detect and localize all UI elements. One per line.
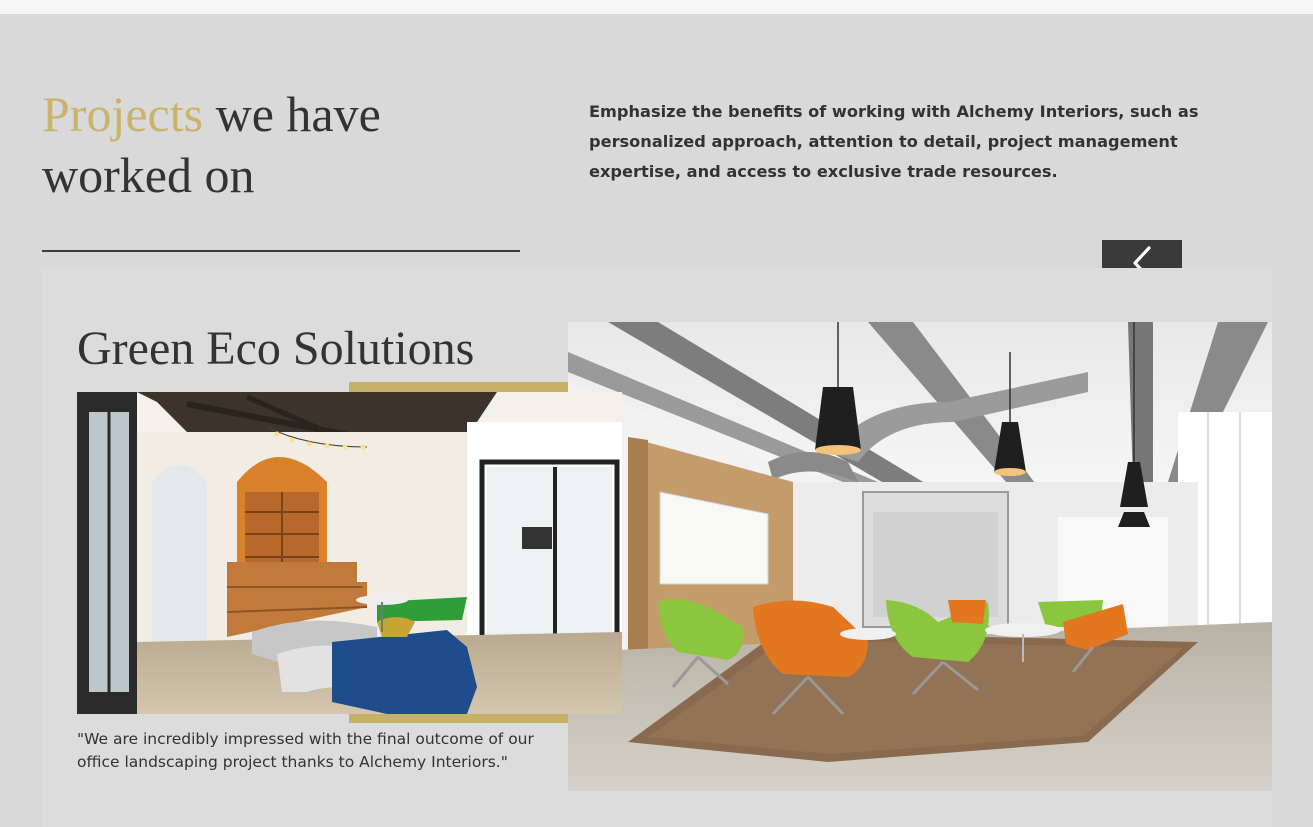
intro-text: Emphasize the benefits of working with A…: [589, 102, 1199, 181]
heading-divider: [42, 250, 520, 252]
project-title: Green Eco Solutions: [77, 322, 475, 375]
project-secondary-image: [77, 392, 622, 714]
section-heading: Projects we have worked on: [42, 84, 502, 206]
project-main-image: [568, 322, 1272, 791]
top-bar: [0, 0, 1313, 14]
heading-accent: Projects: [42, 86, 204, 142]
project-quote: "We are incredibly impressed with the fi…: [77, 730, 534, 771]
